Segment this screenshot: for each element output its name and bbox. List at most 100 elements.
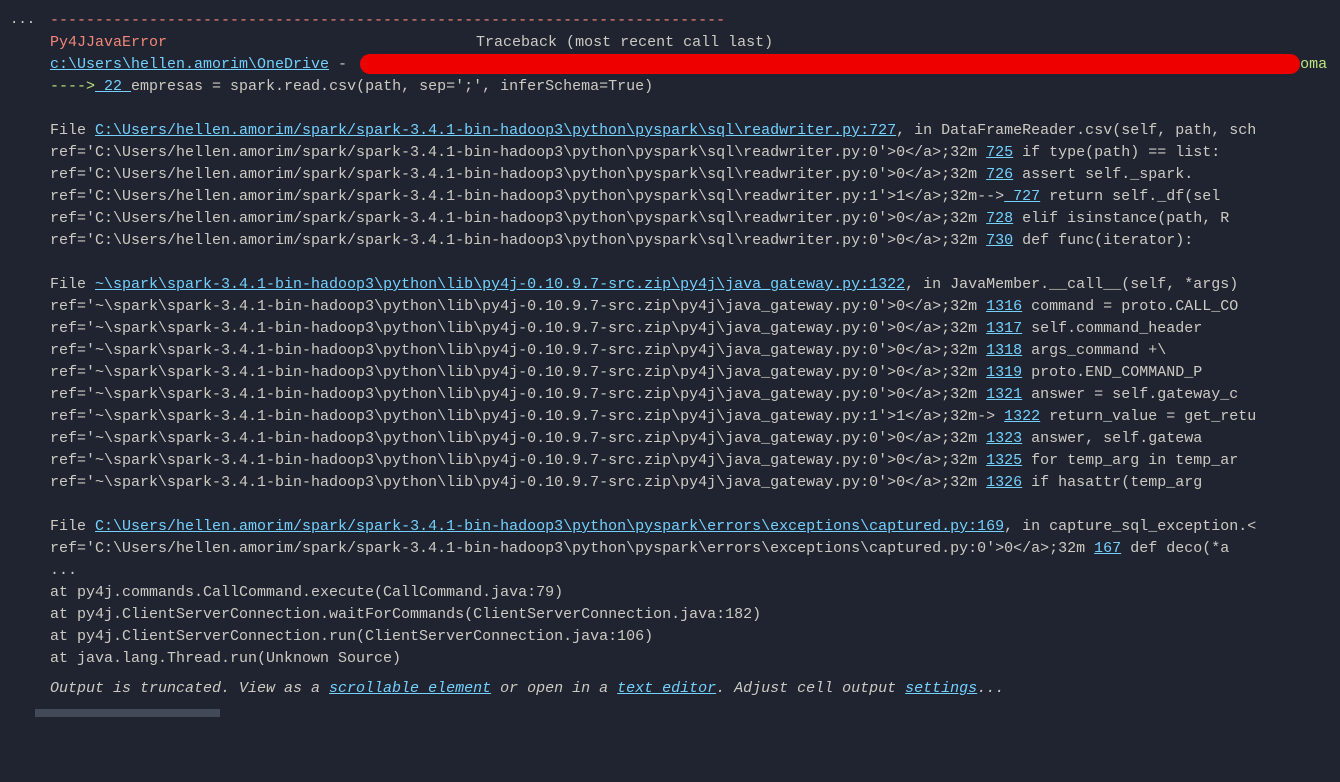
ref-path: ref='C:\Users/hellen.amorim/spark/spark-… (50, 166, 986, 183)
ellipsis-dots: ... (50, 562, 77, 579)
dash-sep: - (329, 56, 356, 73)
ref-path: ref='~\spark\spark-3.4.1-bin-hadoop3\pyt… (50, 364, 986, 381)
ref-path: ref='C:\Users/hellen.amorim/spark/spark-… (50, 144, 986, 161)
code-text: assert self._spark. (1013, 166, 1193, 183)
separator-line: ----------------------------------------… (50, 12, 725, 29)
scrollable-element-link[interactable]: scrollable element (329, 680, 491, 697)
line-number[interactable]: 1317 (986, 320, 1022, 337)
text-editor-link[interactable]: text editor (617, 680, 716, 697)
horizontal-scrollbar[interactable] (0, 709, 1340, 719)
error-code-line: ----> 22 empresas = spark.read.csv(path,… (50, 76, 1340, 98)
file1-link[interactable]: C:\Users/hellen.amorim/spark/spark-3.4.1… (95, 122, 896, 139)
traceback-line: ref='C:\Users/hellen.amorim/spark/spark-… (50, 538, 1340, 560)
code-text: def func(iterator): (1013, 232, 1193, 249)
traceback-line: ref='~\spark\spark-3.4.1-bin-hadoop3\pyt… (50, 450, 1340, 472)
java-stack-line: at py4j.ClientServerConnection.run(Clien… (50, 628, 653, 645)
ref-path: ref='~\spark\spark-3.4.1-bin-hadoop3\pyt… (50, 320, 986, 337)
truncation-message: Output is truncated. View as a scrollabl… (50, 678, 1340, 701)
traceback-line: ref='C:\Users/hellen.amorim/spark/spark-… (50, 164, 1340, 186)
user-path-link[interactable]: c:\Users\hellen.amorim\OneDrive (50, 56, 329, 73)
trunc-text: Output is truncated. View as a (50, 680, 329, 697)
traceback-line: ref='~\spark\spark-3.4.1-bin-hadoop3\pyt… (50, 318, 1340, 340)
ref-path: ref='C:\Users/hellen.amorim/spark/spark-… (50, 210, 986, 227)
ref-path: ref='C:\Users/hellen.amorim/spark/spark-… (50, 540, 1094, 557)
traceback-line: ref='~\spark\spark-3.4.1-bin-hadoop3\pyt… (50, 428, 1340, 450)
java-stack-line: at py4j.commands.CallCommand.execute(Cal… (50, 584, 563, 601)
file1-suffix: , in DataFrameReader.csv(self, path, sch (896, 122, 1256, 139)
traceback-line: ref='C:\Users/hellen.amorim/spark/spark-… (50, 186, 1340, 208)
file-prefix: File (50, 276, 95, 293)
line-number[interactable]: 726 (986, 166, 1013, 183)
traceback-line: ref='~\spark\spark-3.4.1-bin-hadoop3\pyt… (50, 384, 1340, 406)
more-actions-button[interactable]: ··· (10, 13, 35, 34)
line-number[interactable]: 728 (986, 210, 1013, 227)
ref-path: ref='~\spark\spark-3.4.1-bin-hadoop3\pyt… (50, 430, 986, 447)
user-code: empresas = spark.read.csv(path, sep=';',… (131, 78, 653, 95)
user-line-number[interactable]: 22 (95, 78, 131, 95)
java-stack-line: at py4j.ClientServerConnection.waitForCo… (50, 606, 761, 623)
suffix-text: oma (1300, 56, 1327, 73)
output-area: ··· ------------------------------------… (0, 10, 1340, 701)
scrollbar-thumb[interactable] (35, 709, 220, 717)
settings-link[interactable]: settings (905, 680, 977, 697)
line-number[interactable]: 1319 (986, 364, 1022, 381)
line-number[interactable]: 1318 (986, 342, 1022, 359)
ref-path: ref='~\spark\spark-3.4.1-bin-hadoop3\pyt… (50, 452, 986, 469)
exception-name: Py4JJavaError (50, 34, 167, 51)
arrow-indicator: ----> (50, 78, 95, 95)
traceback-line: ref='~\spark\spark-3.4.1-bin-hadoop3\pyt… (50, 296, 1340, 318)
line-number[interactable]: 1325 (986, 452, 1022, 469)
line-number[interactable]: 1326 (986, 474, 1022, 491)
file-prefix: File (50, 122, 95, 139)
line-number[interactable]: 725 (986, 144, 1013, 161)
file3-header: File C:\Users/hellen.amorim/spark/spark-… (50, 516, 1340, 538)
traceback-line: ref='~\spark\spark-3.4.1-bin-hadoop3\pyt… (50, 406, 1340, 428)
code-text: def deco(*a (1121, 540, 1229, 557)
traceback-line: ref='~\spark\spark-3.4.1-bin-hadoop3\pyt… (50, 362, 1340, 384)
traceback-line: ref='~\spark\spark-3.4.1-bin-hadoop3\pyt… (50, 340, 1340, 362)
ref-path: ref='~\spark\spark-3.4.1-bin-hadoop3\pyt… (50, 474, 986, 491)
line-number[interactable]: 1316 (986, 298, 1022, 315)
ref-path: ref='~\spark\spark-3.4.1-bin-hadoop3\pyt… (50, 342, 986, 359)
trunc-text: . Adjust cell output (716, 680, 905, 697)
code-text: elif isinstance(path, R (1013, 210, 1229, 227)
traceback-line: ref='C:\Users/hellen.amorim/spark/spark-… (50, 208, 1340, 230)
trunc-text: ... (977, 680, 1004, 697)
user-path-row: c:\Users\hellen.amorim\OneDrive - oma (50, 54, 1340, 76)
code-text: proto.END_COMMAND_P (1022, 364, 1202, 381)
redacted-bar (360, 54, 1300, 74)
code-text: args_command +\ (1022, 342, 1166, 359)
traceback-line: ref='~\spark\spark-3.4.1-bin-hadoop3\pyt… (50, 472, 1340, 494)
line-number[interactable]: 1323 (986, 430, 1022, 447)
traceback-line: ref='C:\Users/hellen.amorim/spark/spark-… (50, 142, 1340, 164)
code-text: if hasattr(temp_arg (1022, 474, 1202, 491)
code-text: answer, self.gatewa (1022, 430, 1202, 447)
file2-header: File ~\spark\spark-3.4.1-bin-hadoop3\pyt… (50, 274, 1340, 296)
line-number[interactable]: 1321 (986, 386, 1022, 403)
line-number[interactable]: 167 (1094, 540, 1121, 557)
code-text: if type(path) == list: (1013, 144, 1220, 161)
traceback-line: ref='C:\Users/hellen.amorim/spark/spark-… (50, 230, 1340, 252)
line-number[interactable]: 730 (986, 232, 1013, 249)
code-text: answer = self.gateway_c (1022, 386, 1238, 403)
code-text: command = proto.CALL_CO (1022, 298, 1238, 315)
ref-path: ref='~\spark\spark-3.4.1-bin-hadoop3\pyt… (50, 386, 986, 403)
ref-path: ref='~\spark\spark-3.4.1-bin-hadoop3\pyt… (50, 408, 1004, 425)
ref-path: ref='C:\Users/hellen.amorim/spark/spark-… (50, 188, 1004, 205)
file2-link[interactable]: ~\spark\spark-3.4.1-bin-hadoop3\python\l… (95, 276, 905, 293)
trunc-text: or open in a (491, 680, 617, 697)
code-text: for temp_arg in temp_ar (1022, 452, 1238, 469)
file1-header: File C:\Users/hellen.amorim/spark/spark-… (50, 120, 1340, 142)
code-text: return_value = get_retu (1040, 408, 1256, 425)
code-text: self.command_header (1022, 320, 1202, 337)
file3-suffix: , in capture_sql_exception.< (1004, 518, 1256, 535)
file2-suffix: , in JavaMember.__call__(self, *args) (905, 276, 1238, 293)
line-number[interactable]: 727 (1004, 188, 1040, 205)
file-prefix: File (50, 518, 95, 535)
file3-link[interactable]: C:\Users/hellen.amorim/spark/spark-3.4.1… (95, 518, 1004, 535)
java-stack-line: at java.lang.Thread.run(Unknown Source) (50, 650, 401, 667)
line-number[interactable]: 1322 (1004, 408, 1040, 425)
traceback-label: Traceback (most recent call last) (476, 34, 773, 51)
ref-path: ref='C:\Users/hellen.amorim/spark/spark-… (50, 232, 986, 249)
ref-path: ref='~\spark\spark-3.4.1-bin-hadoop3\pyt… (50, 298, 986, 315)
